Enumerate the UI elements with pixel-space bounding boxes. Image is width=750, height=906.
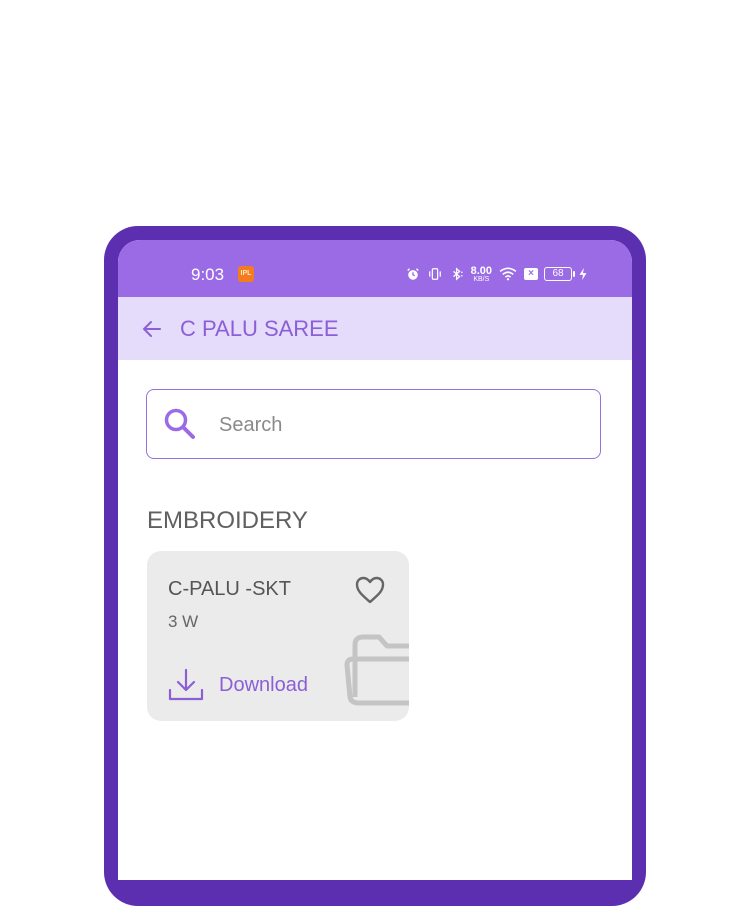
download-button[interactable]: Download: [167, 665, 308, 705]
download-icon: [168, 668, 204, 701]
search-field[interactable]: [146, 389, 601, 459]
battery-indicator: 68: [544, 267, 575, 281]
status-icons: 8.00 KB/S × 68: [405, 264, 588, 284]
page-title: C PALU SAREE: [180, 316, 339, 341]
status-bar: 9:03 IPL 8.00 KB/S × 68: [118, 240, 632, 297]
search-input[interactable]: [217, 406, 581, 444]
card-title: C-PALU -SKT: [168, 578, 291, 600]
download-label: Download: [219, 673, 308, 696]
section-title: EMBROIDERY: [147, 507, 308, 534]
alarm-icon: [406, 268, 419, 280]
vibrate-icon: [428, 268, 441, 280]
search-icon: [164, 408, 195, 439]
network-speed-value: 8.00: [470, 264, 492, 277]
network-speed-unit: KB/S: [473, 275, 490, 283]
charging-icon: [579, 267, 587, 281]
network-speed: 8.00 KB/S: [470, 264, 492, 283]
bluetooth-icon: [452, 267, 463, 281]
folder-icon: [344, 634, 409, 706]
app-bar: C PALU SAREE: [118, 297, 632, 360]
card-subtitle: 3 W: [168, 612, 199, 631]
notification-app-icon: IPL: [238, 266, 254, 282]
wifi-icon: [499, 267, 517, 281]
no-sim-icon: ×: [524, 268, 538, 280]
design-card[interactable]: C-PALU -SKT 3 W Download: [147, 551, 409, 721]
heart-icon[interactable]: [353, 573, 387, 607]
back-arrow-icon[interactable]: [140, 317, 164, 341]
status-time: 9:03: [191, 265, 225, 284]
phone-screen: 9:03 IPL 8.00 KB/S × 68 C PALU SAREE Sea…: [118, 240, 632, 880]
